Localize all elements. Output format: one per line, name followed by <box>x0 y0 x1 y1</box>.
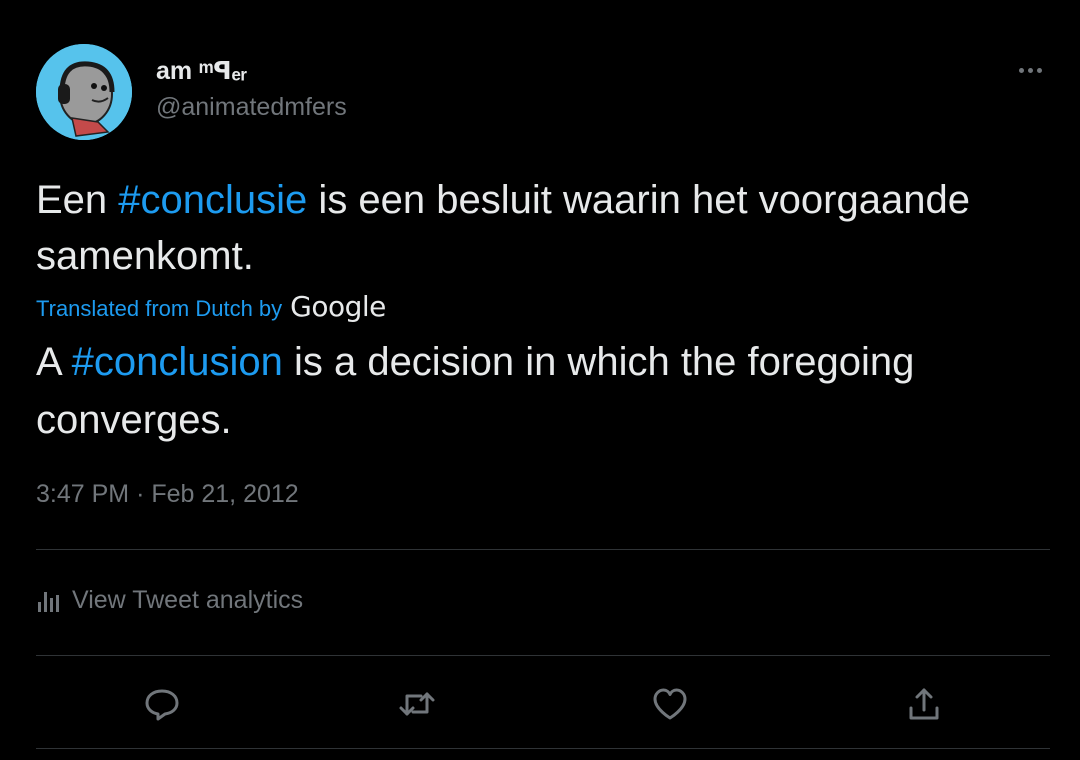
display-name[interactable]: am ᵐꟼₑᵣ <box>156 56 247 86</box>
user-handle[interactable]: @animatedmfers <box>156 93 347 122</box>
reply-icon <box>145 689 179 721</box>
divider <box>36 655 1050 656</box>
avatar[interactable] <box>36 44 132 140</box>
tweet-text-translated: A #conclusion is a decision in which the… <box>36 333 1056 449</box>
more-options-icon[interactable] <box>1012 58 1048 82</box>
divider <box>36 748 1050 749</box>
meta-separator: · <box>136 480 145 508</box>
tweet-text-segment: Een <box>36 178 119 222</box>
analytics-label: View Tweet analytics <box>72 586 304 614</box>
tweet-timestamp[interactable]: 3:47 PM · Feb 21, 2012 <box>36 480 299 509</box>
view-analytics-link[interactable]: View Tweet analytics <box>36 586 303 615</box>
like-icon <box>653 688 687 720</box>
share-icon <box>909 688 939 720</box>
tweet-date: Feb 21, 2012 <box>151 480 299 508</box>
tweet-time: 3:47 PM <box>36 480 130 508</box>
tweet-text-segment: A <box>36 340 72 384</box>
retweet-button[interactable] <box>395 682 439 726</box>
google-logo: Google <box>290 290 386 323</box>
translation-label[interactable]: Translated from Dutch by <box>36 296 282 322</box>
tweet-detail: am ᵐꟼₑᵣ @animatedmfers Een #conclusie is… <box>0 0 1080 760</box>
like-button[interactable] <box>648 682 692 726</box>
avatar-image <box>36 44 132 140</box>
reply-button[interactable] <box>140 682 184 726</box>
tweet-text-original: Een #conclusie is een besluit waarin het… <box>36 172 1046 284</box>
share-button[interactable] <box>902 682 946 726</box>
hashtag-link[interactable]: #conclusie <box>118 178 307 222</box>
divider <box>36 549 1050 550</box>
analytics-icon <box>38 591 59 612</box>
retweet-icon <box>399 692 435 716</box>
hashtag-link[interactable]: #conclusion <box>72 340 283 384</box>
translation-attribution: Translated from Dutch by Google <box>36 290 386 323</box>
